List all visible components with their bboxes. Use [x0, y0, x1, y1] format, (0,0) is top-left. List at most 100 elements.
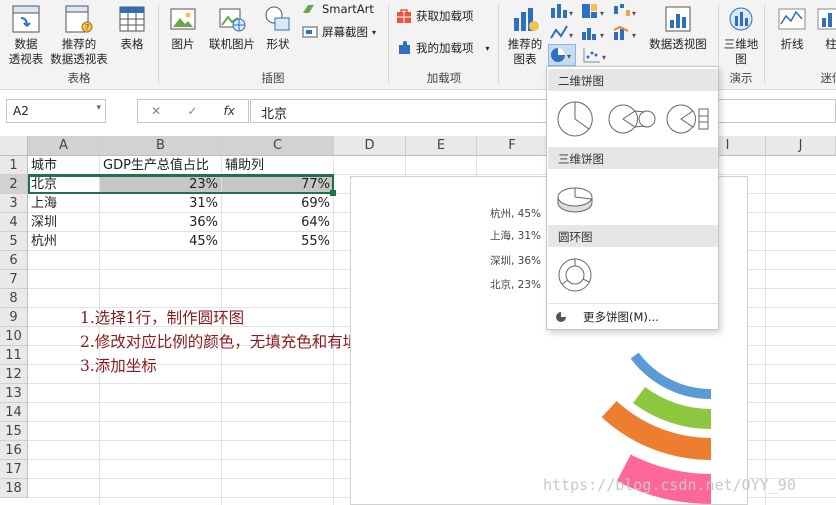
- pie-2d-icon[interactable]: [555, 99, 595, 139]
- recommended-charts-icon: [514, 8, 539, 31]
- shapes-button[interactable]: 形状: [262, 4, 294, 52]
- smartart-icon: [303, 5, 314, 13]
- table-cell[interactable]: 77%: [222, 175, 334, 194]
- chevron-down-icon: ▾: [96, 103, 101, 113]
- pie-3d-icon[interactable]: [555, 177, 595, 217]
- annotation-step-1: 1.选择1行，制作圆环图: [80, 309, 245, 327]
- pivot-table-button[interactable]: 数据 透视表: [4, 4, 48, 67]
- svg-text:?: ?: [85, 23, 89, 32]
- header-cell[interactable]: 辅助列: [222, 156, 334, 175]
- svg-text:▾: ▾: [632, 9, 636, 18]
- row-header-7[interactable]: 7: [0, 270, 28, 289]
- row-header-15[interactable]: 15: [0, 422, 28, 441]
- table-cell[interactable]: 69%: [222, 194, 334, 213]
- column-chart-icon[interactable]: ▾: [549, 2, 575, 20]
- combo-chart-icon[interactable]: ▾: [612, 24, 638, 42]
- cancel-icon[interactable]: ✕: [151, 104, 161, 118]
- svg-text:▾: ▾: [569, 9, 573, 18]
- row-header-11[interactable]: 11: [0, 346, 28, 365]
- recommended-charts-button[interactable]: 推荐的 图表: [503, 4, 547, 67]
- column-header-j[interactable]: J: [766, 136, 836, 156]
- pivot-chart-button[interactable]: 数据透视图: [646, 4, 710, 52]
- pictures-button[interactable]: 图片: [164, 4, 202, 52]
- my-addins-button[interactable]: 我的加载项 ▾: [396, 40, 490, 56]
- header-cell[interactable]: 城市: [28, 156, 100, 175]
- row-header-10[interactable]: 10: [0, 327, 28, 346]
- svg-text:▾: ▾: [600, 9, 604, 18]
- header-cell[interactable]: GDP生产总值占比: [100, 156, 222, 175]
- pie-chart-button[interactable]: ▾: [548, 44, 576, 66]
- section-donut: 圆环图: [548, 225, 718, 247]
- column-header-a[interactable]: A: [28, 136, 100, 156]
- section-3d-pie: 三维饼图: [548, 147, 718, 169]
- insert-function-icon[interactable]: fx: [224, 104, 235, 118]
- row-header-5[interactable]: 5: [0, 232, 28, 251]
- more-pie-charts-link[interactable]: 更多饼图(M)...: [555, 309, 659, 325]
- table-cell[interactable]: 45%: [100, 232, 222, 251]
- row-header-8[interactable]: 8: [0, 289, 28, 308]
- confirm-icon[interactable]: ✓: [187, 104, 197, 118]
- table-cell[interactable]: 23%: [100, 175, 222, 194]
- group-label-addins: 加载项: [426, 71, 462, 85]
- column-header-f[interactable]: F: [477, 136, 548, 156]
- column-header-b[interactable]: B: [100, 136, 222, 156]
- formula-input[interactable]: 北京: [250, 99, 836, 123]
- table-cell[interactable]: 36%: [100, 213, 222, 232]
- group-label-tables: 表格: [67, 71, 91, 85]
- svg-text:▾: ▾: [600, 31, 604, 40]
- online-picture-icon: [219, 8, 246, 32]
- table-cell[interactable]: 北京: [28, 175, 100, 194]
- column-header-c[interactable]: C: [222, 136, 334, 156]
- donut-icon[interactable]: [555, 255, 595, 295]
- table-cell[interactable]: 上海: [28, 194, 100, 213]
- svg-text:▾: ▾: [567, 52, 571, 61]
- statistic-chart-icon[interactable]: ▾: [580, 24, 606, 42]
- table-cell[interactable]: 深圳: [28, 213, 100, 232]
- online-pictures-button[interactable]: 联机图片: [204, 4, 260, 52]
- name-box[interactable]: A2 ▾: [6, 99, 106, 123]
- row-header-12[interactable]: 12: [0, 365, 28, 384]
- fill-handle[interactable]: [330, 190, 336, 196]
- row-header-13[interactable]: 13: [0, 384, 28, 403]
- row-header-1[interactable]: 1: [0, 156, 28, 175]
- row-header-16[interactable]: 16: [0, 441, 28, 460]
- get-addins-button[interactable]: 获取加载项: [396, 8, 474, 24]
- annotation-step-3: 3.添加坐标: [80, 357, 157, 375]
- row-header-6[interactable]: 6: [0, 251, 28, 270]
- row-header-9[interactable]: 9: [0, 308, 28, 327]
- row-header-18[interactable]: 18: [0, 479, 28, 498]
- table-cell[interactable]: 杭州: [28, 232, 100, 251]
- store-icon: [397, 9, 411, 23]
- svg-text:▾: ▾: [632, 31, 636, 40]
- sparkline-line-button[interactable]: 折线: [772, 4, 812, 52]
- hierarchy-chart-icon[interactable]: ▾: [580, 2, 606, 20]
- row-header-14[interactable]: 14: [0, 403, 28, 422]
- column-header-e[interactable]: E: [406, 136, 477, 156]
- label-shanghai: 上海, 31%: [490, 229, 541, 242]
- column-header-d[interactable]: D: [334, 136, 406, 156]
- line-chart-icon[interactable]: ▾: [549, 24, 575, 42]
- table-button[interactable]: 表格: [112, 4, 152, 52]
- sparkline-column-button[interactable]: 柱: [816, 4, 836, 52]
- svg-text:▾: ▾: [569, 31, 573, 40]
- scatter-chart-icon[interactable]: ▾: [582, 46, 608, 64]
- recommended-pivot-button[interactable]: ? 推荐的 数据透视表: [48, 4, 110, 67]
- row-header-3[interactable]: 3: [0, 194, 28, 213]
- smartart-button[interactable]: SmartArt: [302, 2, 374, 16]
- label-shenzhen: 深圳, 36%: [490, 255, 541, 267]
- bar-of-pie-icon[interactable]: [665, 99, 711, 139]
- row-header-2[interactable]: 2: [0, 175, 28, 194]
- screenshot-button[interactable]: 屏幕截图 ▾: [302, 24, 376, 40]
- select-all-corner[interactable]: [0, 136, 28, 156]
- row-header-4[interactable]: 4: [0, 213, 28, 232]
- table-cell[interactable]: 55%: [222, 232, 334, 251]
- ring-shanghai[interactable]: [633, 386, 712, 429]
- pie-of-pie-icon[interactable]: [607, 99, 657, 139]
- table-cell[interactable]: 31%: [100, 194, 222, 213]
- group-label-illustrations: 插图: [261, 71, 285, 85]
- waterfall-chart-icon[interactable]: ▾: [612, 2, 638, 20]
- row-header-17[interactable]: 17: [0, 460, 28, 479]
- screenshot-icon: [302, 26, 318, 38]
- table-cell[interactable]: 64%: [222, 213, 334, 232]
- 3d-map-button[interactable]: 三维地图: [722, 4, 760, 67]
